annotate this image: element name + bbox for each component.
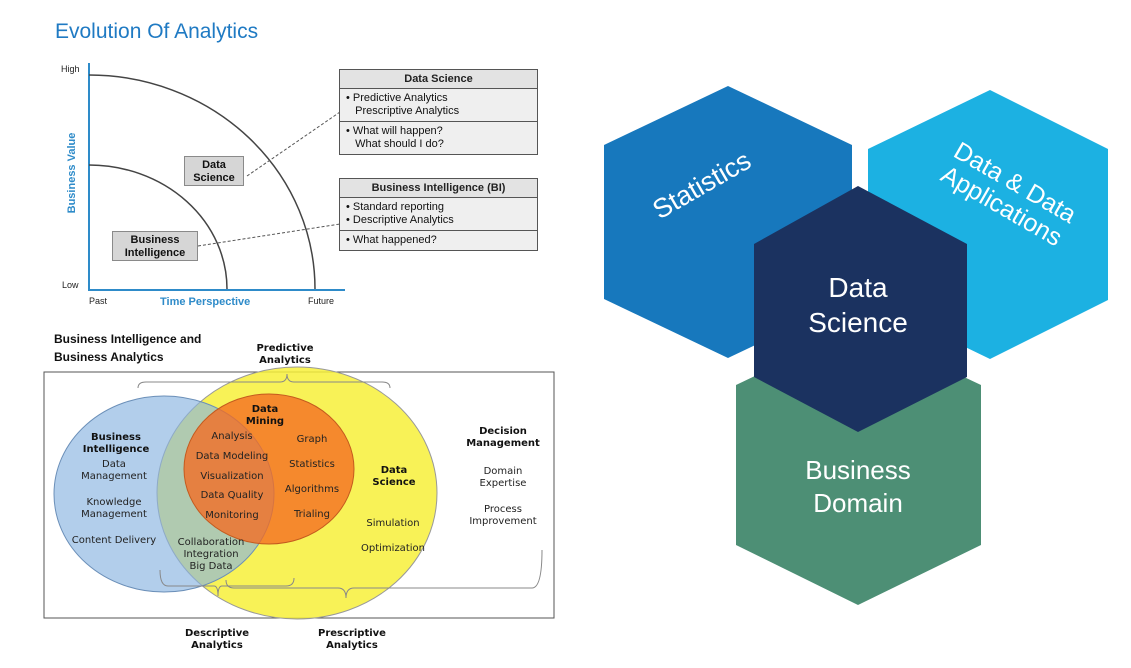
bi-box-line1: Business: [130, 234, 180, 246]
dm-right-items: Graph Statistics Algorithms Trialing: [282, 427, 342, 527]
prescriptive-l1: Prescriptive: [318, 628, 386, 639]
dm-item-statistics: Statistics: [289, 459, 335, 470]
bi-venn-items: Data Management Knowledge Management: [76, 459, 152, 521]
ds-venn-title-l1: Data: [380, 465, 408, 476]
bi-item-knowledge: Knowledge: [86, 497, 142, 508]
bi-item-knowledge-mgmt: Management: [81, 509, 147, 520]
descriptive-l1: Descriptive: [185, 628, 249, 639]
business-domain-line1: Business: [805, 455, 911, 485]
overlap-big-data: Big Data: [189, 561, 233, 572]
ds-venn-title: Data Science: [368, 465, 420, 489]
x-axis-title: Time Perspective: [160, 296, 251, 308]
predictive-l2: Analytics: [259, 355, 311, 366]
ds-panel-header: Data Science: [340, 70, 537, 89]
bi-row2-line1: • What happened?: [346, 234, 437, 246]
decision-title-l1: Decision: [479, 426, 527, 437]
business-domain-line2: Domain: [813, 488, 903, 518]
dm-item-data-quality: Data Quality: [200, 490, 264, 502]
data-science-line1: Data: [828, 272, 888, 303]
descriptive-label: Descriptive Analytics: [177, 628, 257, 652]
bi-venn-title: Business Intelligence: [76, 432, 156, 456]
business-intelligence-box: Business Intelligence: [112, 231, 198, 261]
dm-item-visualization: Visualization: [200, 470, 264, 482]
bi-panel: Business Intelligence (BI) • Standard re…: [339, 178, 538, 251]
dm-item-algorithms: Algorithms: [284, 484, 340, 495]
bi-panel-row2: • What happened?: [340, 231, 537, 250]
data-science-box: Data Science: [184, 156, 244, 186]
ds-panel-row2: • What will happen? What should I do?: [340, 122, 537, 154]
hexagon-diagram: [604, 86, 1108, 605]
ds-box-line1: Data: [202, 159, 226, 171]
ds-item-simulation: Simulation: [366, 518, 420, 529]
ds-row1-line2: Prescriptive Analytics: [346, 105, 460, 117]
dm-item-data-modeling: Data Modeling: [195, 450, 269, 462]
dm-item-graph: Graph: [296, 434, 328, 445]
decision-domain: Domain: [483, 466, 523, 477]
ds-row2-line2: What should I do?: [346, 138, 444, 150]
bi-box-line2: Intelligence: [124, 247, 186, 259]
dm-item-analysis: Analysis: [211, 431, 253, 442]
overlap-collaboration: Collaboration: [177, 537, 245, 548]
ds-venn-title-l2: Science: [372, 477, 416, 488]
ds-connector: [246, 111, 341, 177]
bi-row1-line1: • Standard reporting: [346, 201, 445, 213]
ds-row2-line1: • What will happen?: [346, 125, 443, 137]
dm-item-monitoring: Monitoring: [205, 510, 259, 522]
x-past-label: Past: [89, 296, 108, 306]
data-science-line2: Science: [808, 307, 908, 338]
prescriptive-l2: Analytics: [326, 640, 378, 651]
ds-item-optimization: Optimization: [361, 543, 425, 554]
decision-process: Process: [484, 504, 522, 515]
decision-title: Decision Management: [460, 426, 546, 450]
bi-item-content-delivery: Content Delivery: [71, 535, 157, 546]
ds-panel-row1: • Predictive Analytics Prescriptive Anal…: [340, 89, 537, 122]
overlap-items: Collaboration Integration Big Data: [172, 537, 250, 573]
y-low-label: Low: [62, 280, 79, 290]
bi-panel-row1: • Standard reporting • Descriptive Analy…: [340, 198, 537, 231]
y-axis-title: Business Value: [66, 132, 78, 214]
decision-expertise: Expertise: [479, 478, 527, 489]
decision-items: Domain Expertise Process Improvement: [462, 466, 544, 528]
dm-item-trialing: Trialing: [294, 509, 330, 520]
data-science-label: Data Science: [790, 270, 926, 340]
ds-row1-line1: • Predictive Analytics: [346, 92, 448, 104]
evolution-chart: [88, 63, 345, 291]
dm-title-l1: Data: [251, 404, 279, 415]
ds-venn-items: Simulation Optimization: [356, 511, 430, 561]
bi-venn-title-l2: Intelligence: [82, 444, 150, 455]
decision-improvement: Improvement: [469, 516, 537, 527]
overlap-integration: Integration: [183, 549, 239, 560]
ds-box-line2: Science: [193, 172, 235, 184]
bi-connector: [197, 223, 341, 247]
y-high-label: High: [61, 64, 80, 74]
prescriptive-label: Prescriptive Analytics: [310, 628, 394, 652]
dm-left-items: Analysis Data Modeling Visualization Dat…: [190, 427, 274, 526]
descriptive-l2: Analytics: [191, 640, 243, 651]
dm-venn-title: Data Mining: [240, 404, 290, 428]
predictive-l1: Predictive: [256, 343, 314, 354]
decision-title-l2: Management: [466, 438, 540, 449]
bi-panel-header: Business Intelligence (BI): [340, 179, 537, 198]
bi-item-management: Management: [81, 471, 147, 482]
predictive-label: Predictive Analytics: [250, 343, 320, 367]
data-science-panel: Data Science • Predictive Analytics Pres…: [339, 69, 538, 155]
business-domain-label: Business Domain: [780, 454, 936, 520]
bi-row1-line2: • Descriptive Analytics: [346, 214, 454, 226]
bi-item-data: Data: [102, 459, 126, 470]
bi-venn-title-l1: Business: [91, 432, 141, 443]
x-future-label: Future: [308, 296, 335, 306]
